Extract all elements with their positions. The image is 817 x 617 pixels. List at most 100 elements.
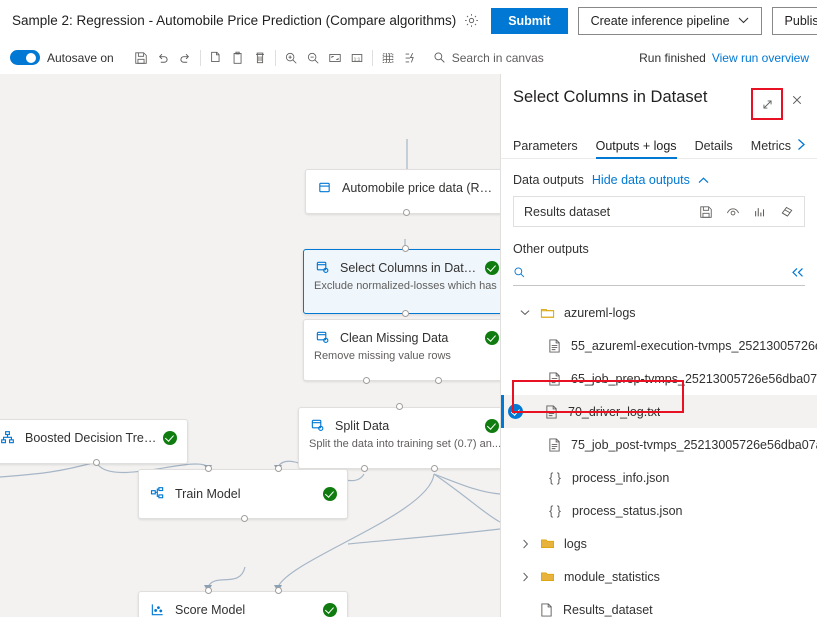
node-port[interactable] [205, 587, 212, 594]
chevron-right-icon[interactable] [796, 138, 807, 154]
node-port[interactable] [275, 587, 282, 594]
tree-folder-logs[interactable]: logs [501, 527, 817, 560]
save-icon[interactable] [130, 47, 152, 69]
data-output-row[interactable]: Results dataset [513, 196, 805, 227]
folder-icon [539, 536, 555, 552]
publish-button[interactable]: Publish [772, 7, 817, 35]
grid-icon[interactable] [377, 47, 399, 69]
module-details-panel: Select Columns in Dataset Parameters Out… [500, 74, 817, 617]
tree-file-75-job-post[interactable]: 75_job_post-tvmps_25213005726e56dba07a1e… [501, 428, 817, 461]
node-title: Score Model [175, 603, 317, 617]
explore-icon[interactable] [779, 204, 795, 220]
hide-data-outputs-link[interactable]: Hide data outputs [592, 173, 690, 187]
redo-icon[interactable] [174, 47, 196, 69]
node-score-model[interactable]: Score Model Use the test set to get the … [138, 591, 348, 617]
algorithm-icon [0, 429, 16, 446]
pipeline-canvas[interactable]: Automobile price data (Raw) Select Colum… [0, 74, 500, 617]
node-port[interactable] [241, 515, 248, 522]
node-title: Train Model [175, 487, 317, 501]
tree-file-process-status-json[interactable]: { } process_status.json [501, 494, 817, 527]
visualize-icon[interactable] [752, 204, 768, 220]
collapse-all-icon[interactable] [785, 267, 805, 278]
tree-folder-module-statistics[interactable]: module_statistics [501, 560, 817, 593]
toolbar-divider [372, 50, 373, 66]
close-icon[interactable] [785, 88, 809, 112]
status-badge [485, 419, 499, 433]
register-dataset-icon[interactable] [698, 204, 714, 220]
node-split-data[interactable]: Split Data Split the data into training … [298, 407, 500, 469]
tab-metrics[interactable]: Metrics [751, 139, 791, 158]
zoom-in-icon[interactable] [280, 47, 302, 69]
other-outputs-search-input[interactable] [526, 265, 785, 281]
tab-details[interactable]: Details [695, 139, 733, 158]
node-train-model[interactable]: Train Model [138, 469, 348, 519]
node-port[interactable] [402, 245, 409, 252]
tree-file-process-info-json[interactable]: { } process_info.json [501, 461, 817, 494]
tree-folder-azureml-logs[interactable]: azureml-logs [501, 296, 817, 329]
node-clean-missing-data[interactable]: Clean Missing Data Remove missing value … [303, 319, 500, 381]
node-port[interactable] [93, 459, 100, 466]
folder-icon [539, 569, 555, 585]
node-header: Select Columns in Dataset [304, 250, 500, 276]
node-port[interactable] [363, 377, 370, 384]
create-inference-pipeline-button[interactable]: Create inference pipeline [578, 7, 762, 35]
tree-item-label: process_status.json [572, 504, 682, 518]
score-model-icon [149, 601, 166, 617]
node-title: Clean Missing Data [340, 331, 479, 345]
submit-button[interactable]: Submit [491, 8, 567, 34]
copy-icon[interactable] [205, 47, 227, 69]
node-port[interactable] [431, 465, 438, 472]
preview-data-icon[interactable] [725, 204, 741, 220]
tree-file-70-driver-log[interactable]: 70_driver_log.txt [501, 395, 817, 428]
paste-icon[interactable] [227, 47, 249, 69]
zoom-actual-size-icon[interactable]: 1:1 [346, 47, 368, 69]
chevron-down-icon[interactable] [517, 305, 533, 321]
delete-icon[interactable] [249, 47, 271, 69]
node-port[interactable] [396, 403, 403, 410]
gear-icon[interactable] [464, 8, 479, 34]
toolbar-divider [200, 50, 201, 66]
tree-file-65-job-prep[interactable]: 65_job_prep-tvmps_25213005726e56dba07a1e… [501, 362, 817, 395]
node-header: Train Model [139, 470, 347, 502]
other-outputs-search[interactable] [513, 260, 805, 286]
view-run-overview-link[interactable]: View run overview [712, 51, 809, 65]
panel-tabs: Parameters Outputs + logs Details Metric… [501, 132, 817, 159]
node-port[interactable] [275, 465, 282, 472]
node-header: Automobile price data (Raw) [306, 170, 500, 196]
tree-item-label: 55_azureml-execution-tvmps_25213005726e5… [571, 339, 817, 353]
canvas-toolbar: Autosave on [0, 41, 817, 75]
tab-parameters[interactable]: Parameters [513, 139, 578, 158]
node-boosted-decision-tree-regression[interactable]: Boosted Decision Tree Regre... [0, 419, 188, 464]
node-select-columns-in-dataset[interactable]: Select Columns in Dataset Exclude normal… [303, 249, 500, 314]
module-icon [309, 417, 326, 434]
tree-item-label: 65_job_prep-tvmps_25213005726e56dba07a1e… [571, 372, 817, 386]
undo-icon[interactable] [152, 47, 174, 69]
node-port[interactable] [361, 465, 368, 472]
page-title: Sample 2: Regression - Automobile Price … [12, 13, 456, 28]
chevron-right-icon[interactable] [517, 536, 533, 552]
tab-outputs-logs[interactable]: Outputs + logs [596, 139, 677, 158]
node-port[interactable] [435, 377, 442, 384]
node-title: Split Data [335, 419, 479, 433]
node-port[interactable] [403, 209, 410, 216]
fit-to-screen-icon[interactable] [324, 47, 346, 69]
search-icon [513, 266, 526, 279]
run-status-area: Run finished View run overview [639, 51, 809, 65]
node-port[interactable] [205, 465, 212, 472]
node-description: Split the data into training set (0.7) a… [299, 434, 500, 450]
node-port[interactable] [402, 310, 409, 317]
node-automobile-price-data[interactable]: Automobile price data (Raw) [305, 169, 500, 214]
svg-text:1:1: 1:1 [353, 56, 360, 62]
tree-file-results-dataset[interactable]: Results_dataset [501, 593, 817, 617]
tree-file-55-azureml-execution[interactable]: 55_azureml-execution-tvmps_25213005726e5… [501, 329, 817, 362]
json-file-icon: { } [547, 471, 563, 485]
canvas-search[interactable]: Search in canvas [433, 51, 544, 65]
chevron-up-icon[interactable] [698, 177, 709, 184]
auto-layout-icon[interactable] [399, 47, 421, 69]
zoom-out-icon[interactable] [302, 47, 324, 69]
data-outputs-label: Data outputs [513, 173, 584, 187]
expand-diagonal-icon[interactable] [755, 92, 779, 116]
chevron-right-icon[interactable] [517, 569, 533, 585]
autosave-toggle[interactable] [10, 50, 40, 65]
node-header: Clean Missing Data [304, 320, 500, 346]
